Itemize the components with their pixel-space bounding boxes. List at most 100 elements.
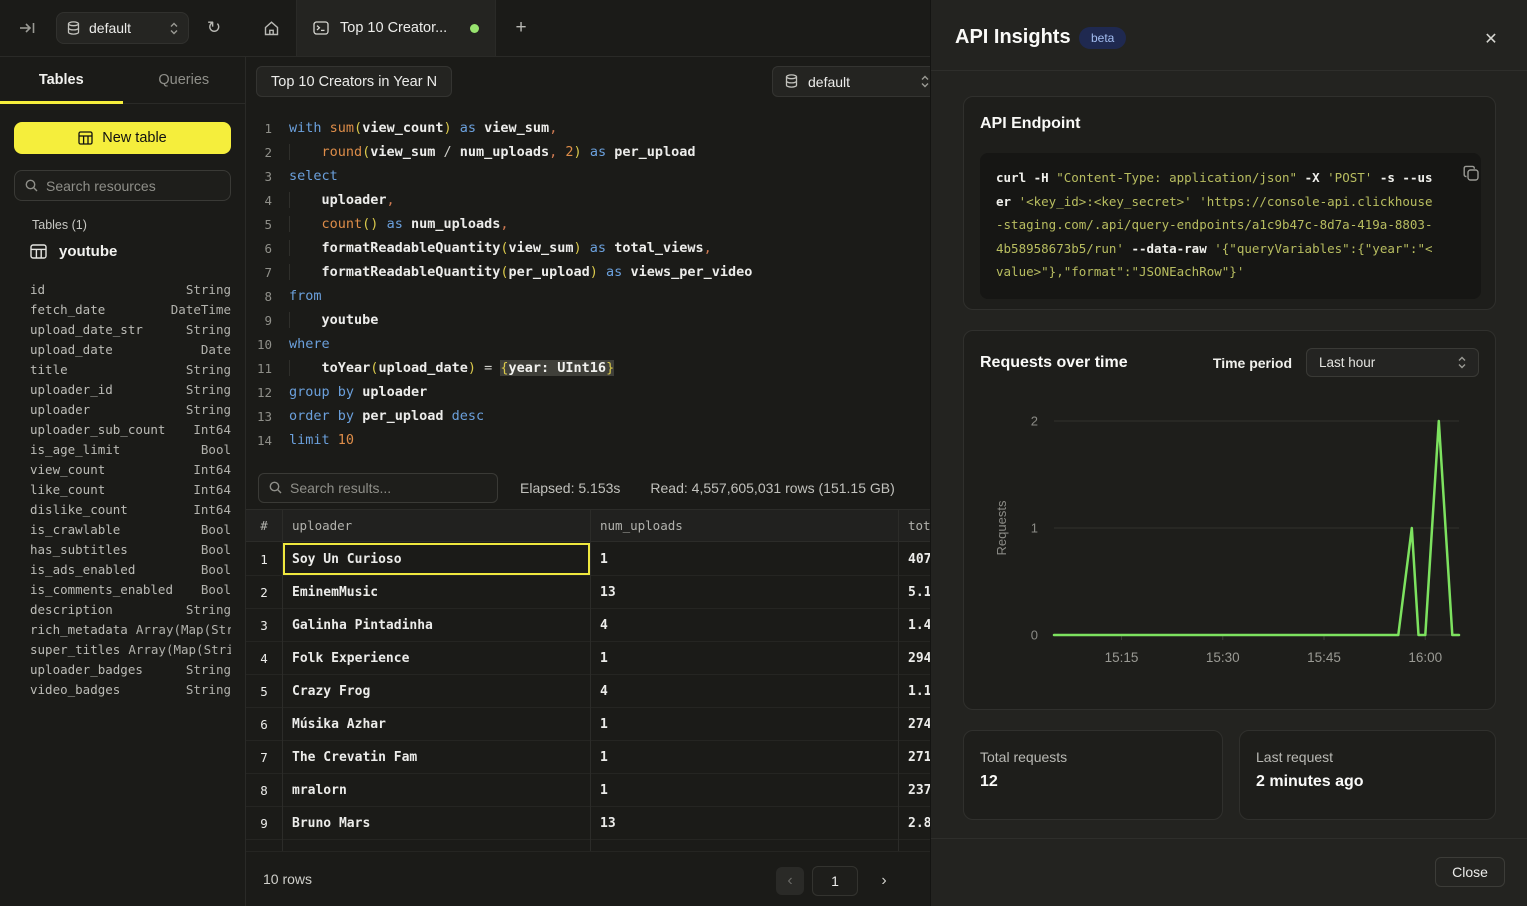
cell-num-uploads[interactable]: 13 — [591, 807, 898, 839]
cell-uploader[interactable]: mralorn — [283, 774, 590, 806]
row-index: 6 — [246, 708, 282, 740]
cell-total-views[interactable]: 2.8 — [899, 807, 930, 839]
sql-line[interactable]: 5 count() as num_uploads, — [246, 212, 930, 236]
cell-total-views[interactable]: 5.1 — [899, 576, 930, 608]
resources-search-input[interactable] — [46, 178, 220, 194]
col-header-total-views[interactable]: tot — [899, 510, 930, 541]
table-row[interactable]: 3Galinha Pintadinha41.4 — [246, 609, 930, 642]
sql-code: order by per_upload desc — [289, 408, 484, 424]
pagination-next-button[interactable]: › — [870, 867, 898, 895]
sql-token: ) — [574, 240, 582, 256]
cell-num-uploads[interactable]: 1 — [591, 708, 898, 740]
sql-line[interactable]: 12group by uploader — [246, 380, 930, 404]
cell-total-views[interactable]: 1.1 — [899, 675, 930, 707]
table-row[interactable]: 7The Crevatin Fam1271 — [246, 741, 930, 774]
cell-uploader[interactable]: Folk Experience — [283, 642, 590, 674]
results-search-input[interactable] — [290, 480, 487, 496]
curl-segment: -X — [1297, 170, 1327, 185]
chevron-right-icon: › — [881, 872, 886, 889]
column-type: Array(Map(Stri — [136, 622, 231, 637]
query-title-button[interactable]: Top 10 Creators in Year N — [256, 66, 452, 97]
results-search[interactable] — [258, 473, 498, 503]
sql-line[interactable]: 13order by per_upload desc — [246, 404, 930, 428]
sql-token — [354, 384, 362, 400]
schema-column-row: dislike_countInt64 — [30, 499, 231, 519]
sql-line[interactable]: 3select — [246, 164, 930, 188]
cell-total-views[interactable]: 274 — [899, 708, 930, 740]
schema-column-row: uploader_idString — [30, 379, 231, 399]
table-row[interactable]: 2EminemMusic135.1 — [246, 576, 930, 609]
cell-total-views[interactable]: 1.4 — [899, 609, 930, 641]
database-selector-value: default — [89, 20, 161, 36]
time-period-select[interactable]: Last hour — [1306, 348, 1479, 377]
close-panel-button[interactable]: Close — [1435, 857, 1505, 887]
col-header-index[interactable]: # — [246, 510, 282, 541]
copy-button[interactable] — [1463, 163, 1483, 183]
cell-num-uploads[interactable]: 4 — [591, 675, 898, 707]
sql-editor[interactable]: 1with sum(view_count) as view_sum,2 roun… — [246, 116, 930, 452]
table-row[interactable]: 4Folk Experience1294 — [246, 642, 930, 675]
sql-token: from — [289, 288, 322, 304]
cell-uploader[interactable]: Bruno Mars — [283, 807, 590, 839]
cell-num-uploads[interactable]: 4 — [591, 609, 898, 641]
refresh-icon: ↻ — [207, 18, 221, 38]
sql-line[interactable]: 6 formatReadableQuantity(view_sum) as to… — [246, 236, 930, 260]
sql-line[interactable]: 11 toYear(upload_date) = {year: UInt16} — [246, 356, 930, 380]
new-tab-button[interactable]: + — [496, 0, 546, 56]
sql-code: limit 10 — [289, 432, 354, 448]
cell-num-uploads[interactable]: 1 — [591, 741, 898, 773]
cell-uploader[interactable]: Crazy Frog — [283, 675, 590, 707]
cell-uploader[interactable]: The Crevatin Fam — [283, 741, 590, 773]
api-endpoint-heading: API Endpoint — [980, 115, 1080, 133]
cell-total-views[interactable]: 237 — [899, 774, 930, 806]
sql-line[interactable]: 1with sum(view_count) as view_sum, — [246, 116, 930, 140]
cell-total-views[interactable]: 407 — [899, 543, 930, 575]
sql-token — [330, 408, 338, 424]
topbar-database-selector[interactable]: default — [56, 12, 189, 44]
cell-num-uploads[interactable]: 1 — [591, 543, 898, 575]
resources-search[interactable] — [14, 170, 231, 201]
column-divider — [898, 509, 899, 851]
sql-line[interactable]: 2 round(view_sum / num_uploads, 2) as pe… — [246, 140, 930, 164]
sql-code: toYear(upload_date) = {year: UInt16} — [289, 360, 614, 376]
sql-line[interactable]: 10where — [246, 332, 930, 356]
cell-uploader[interactable]: Músika Azhar — [283, 708, 590, 740]
table-row[interactable]: 6Músika Azhar1274 — [246, 708, 930, 741]
cell-total-views[interactable]: 271 — [899, 741, 930, 773]
query-tab[interactable]: Top 10 Creator... — [296, 0, 496, 56]
sidebar-table-youtube[interactable]: youtube — [30, 243, 117, 260]
cell-num-uploads[interactable]: 13 — [591, 576, 898, 608]
table-row[interactable]: 8mralorn1237 — [246, 774, 930, 807]
sidebar-collapse-button[interactable] — [16, 17, 40, 39]
cell-total-views[interactable]: 294 — [899, 642, 930, 674]
table-row[interactable]: 9Bruno Mars132.8 — [246, 807, 930, 840]
pagination-page[interactable]: 1 — [812, 866, 858, 896]
table-row[interactable]: 5Crazy Frog41.1 — [246, 675, 930, 708]
home-button[interactable] — [246, 0, 296, 56]
sql-line[interactable]: 9 youtube — [246, 308, 930, 332]
sql-token — [582, 240, 590, 256]
table-row[interactable]: 1Soy Un Curioso1407 — [246, 543, 930, 576]
cell-num-uploads[interactable]: 1 — [591, 642, 898, 674]
col-header-uploader[interactable]: uploader — [283, 510, 590, 541]
refresh-button[interactable]: ↻ — [201, 15, 227, 41]
sidebar-tab-queries[interactable]: Queries — [123, 57, 246, 103]
cell-uploader[interactable]: EminemMusic — [283, 576, 590, 608]
col-header-num-uploads[interactable]: num_uploads — [591, 510, 898, 541]
last-request-card: Last request 2 minutes ago — [1239, 730, 1496, 820]
panel-close-button[interactable]: ✕ — [1480, 28, 1502, 50]
cell-num-uploads[interactable]: 1 — [591, 774, 898, 806]
pagination-prev-button[interactable]: ‹ — [776, 867, 804, 895]
sql-token: per_upload — [614, 144, 695, 160]
sql-token: with — [289, 120, 322, 136]
sql-token — [289, 240, 322, 256]
sql-line[interactable]: 8from — [246, 284, 930, 308]
sql-line[interactable]: 4 uploader, — [246, 188, 930, 212]
cell-uploader[interactable]: Soy Un Curioso — [283, 543, 590, 575]
sidebar-tab-tables[interactable]: Tables — [0, 57, 123, 103]
editor-database-selector[interactable]: default — [772, 66, 930, 97]
sql-line[interactable]: 14limit 10 — [246, 428, 930, 452]
new-table-button[interactable]: New table — [14, 122, 231, 154]
sql-line[interactable]: 7 formatReadableQuantity(per_upload) as … — [246, 260, 930, 284]
cell-uploader[interactable]: Galinha Pintadinha — [283, 609, 590, 641]
